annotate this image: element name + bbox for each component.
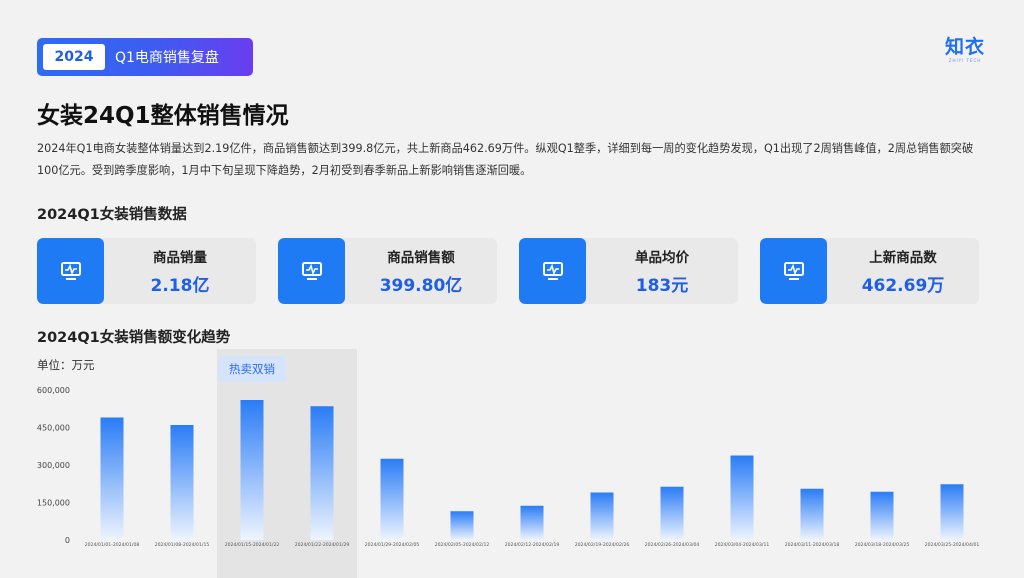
kpi-value: 399.80亿 [379, 276, 463, 296]
bar [380, 458, 404, 540]
monitor-chart-icon [37, 238, 104, 304]
bar [940, 484, 964, 540]
x-tick-label: 2024/03/18-2024/03/25 [855, 542, 910, 548]
monitor-chart-icon [760, 238, 827, 304]
bar [590, 492, 614, 540]
kpi-value: 462.69万 [861, 276, 945, 296]
bar [800, 488, 824, 540]
bar [660, 486, 684, 540]
kpi-card-new-items: 上新商品数 462.69万 [760, 238, 979, 304]
bar [240, 400, 264, 540]
sales-trend-bar-chart: 热卖双销 0 150,000 300,000 450,000 600,000 2024/01… [37, 349, 980, 578]
monitor-chart-icon [519, 238, 586, 304]
x-tick-label: 2024/02/05-2024/02/12 [435, 542, 490, 548]
bar [170, 425, 194, 540]
kpi-cards: 商品销量 2.18亿 商品销售额 399.80亿 单品均价 183元 上新商品数… [37, 238, 981, 304]
x-tick-label: 2024/02/19-2024/02/26 [575, 542, 630, 548]
x-tick-label: 2024/03/25-2024/04/01 [925, 542, 980, 548]
logo-main-text: 知衣 [944, 36, 985, 58]
logo-sub-text: ZHIYI TECH [948, 58, 982, 63]
x-tick-label: 2024/03/04-2024/03/11 [715, 542, 770, 548]
bar [730, 455, 754, 540]
summary-paragraph: 2024年Q1电商女装整体销量达到2.19亿件，商品销售额达到399.8亿元，共… [37, 142, 974, 177]
x-tick-label: 2024/02/26-2024/03/04 [645, 542, 700, 548]
page-title: 女装24Q1整体销售情况 [37, 103, 289, 129]
y-tick-label: 300,000 [37, 461, 70, 470]
x-tick-label: 2024/01/29-2024/02/05 [365, 542, 420, 548]
bar [310, 406, 334, 540]
bar [100, 417, 124, 540]
chart-unit-label: 单位：万元 [37, 358, 95, 372]
kpi-value: 2.18亿 [150, 276, 210, 296]
kpi-card-sales-volume: 商品销量 2.18亿 [37, 238, 256, 304]
monitor-chart-icon [278, 238, 345, 304]
x-tick-label: 2024/01/08-2024/01/15 [155, 542, 210, 548]
bar [870, 491, 894, 540]
kpi-label: 上新商品数 [869, 250, 937, 266]
kpi-card-sales-amount: 商品销售额 399.80亿 [278, 238, 497, 304]
y-tick-label: 450,000 [37, 424, 70, 433]
kpi-label: 商品销量 [153, 250, 207, 266]
x-tick-label: 2024/01/01-2024/01/08 [85, 542, 140, 548]
report-badge: 2024 Q1电商销售复盘 [37, 38, 253, 76]
y-tick-label: 600,000 [37, 386, 70, 395]
brand-logo: 知衣 ZHIYI TECH [940, 36, 990, 63]
y-tick-label: 0 [65, 536, 70, 545]
highlight-tag-label: 热卖双销 [229, 362, 275, 376]
bar [450, 511, 474, 540]
x-tick-label: 2024/02/12-2024/02/19 [505, 542, 560, 548]
kpi-value: 183元 [635, 276, 689, 296]
kpi-label: 商品销售额 [387, 250, 455, 266]
x-tick-label: 2024/01/15-2024/01/22 [225, 542, 280, 548]
badge-title: Q1电商销售复盘 [115, 50, 219, 66]
y-tick-label: 150,000 [37, 499, 70, 508]
kpi-card-avg-price: 单品均价 183元 [519, 238, 738, 304]
bar [520, 505, 544, 540]
kpi-section-title: 2024Q1女装销售数据 [37, 207, 187, 223]
kpi-label: 单品均价 [635, 250, 689, 266]
badge-year: 2024 [43, 44, 105, 70]
x-tick-label: 2024/01/22-2024/01/29 [295, 542, 350, 548]
x-tick-label: 2024/03/11-2024/03/18 [785, 542, 840, 548]
